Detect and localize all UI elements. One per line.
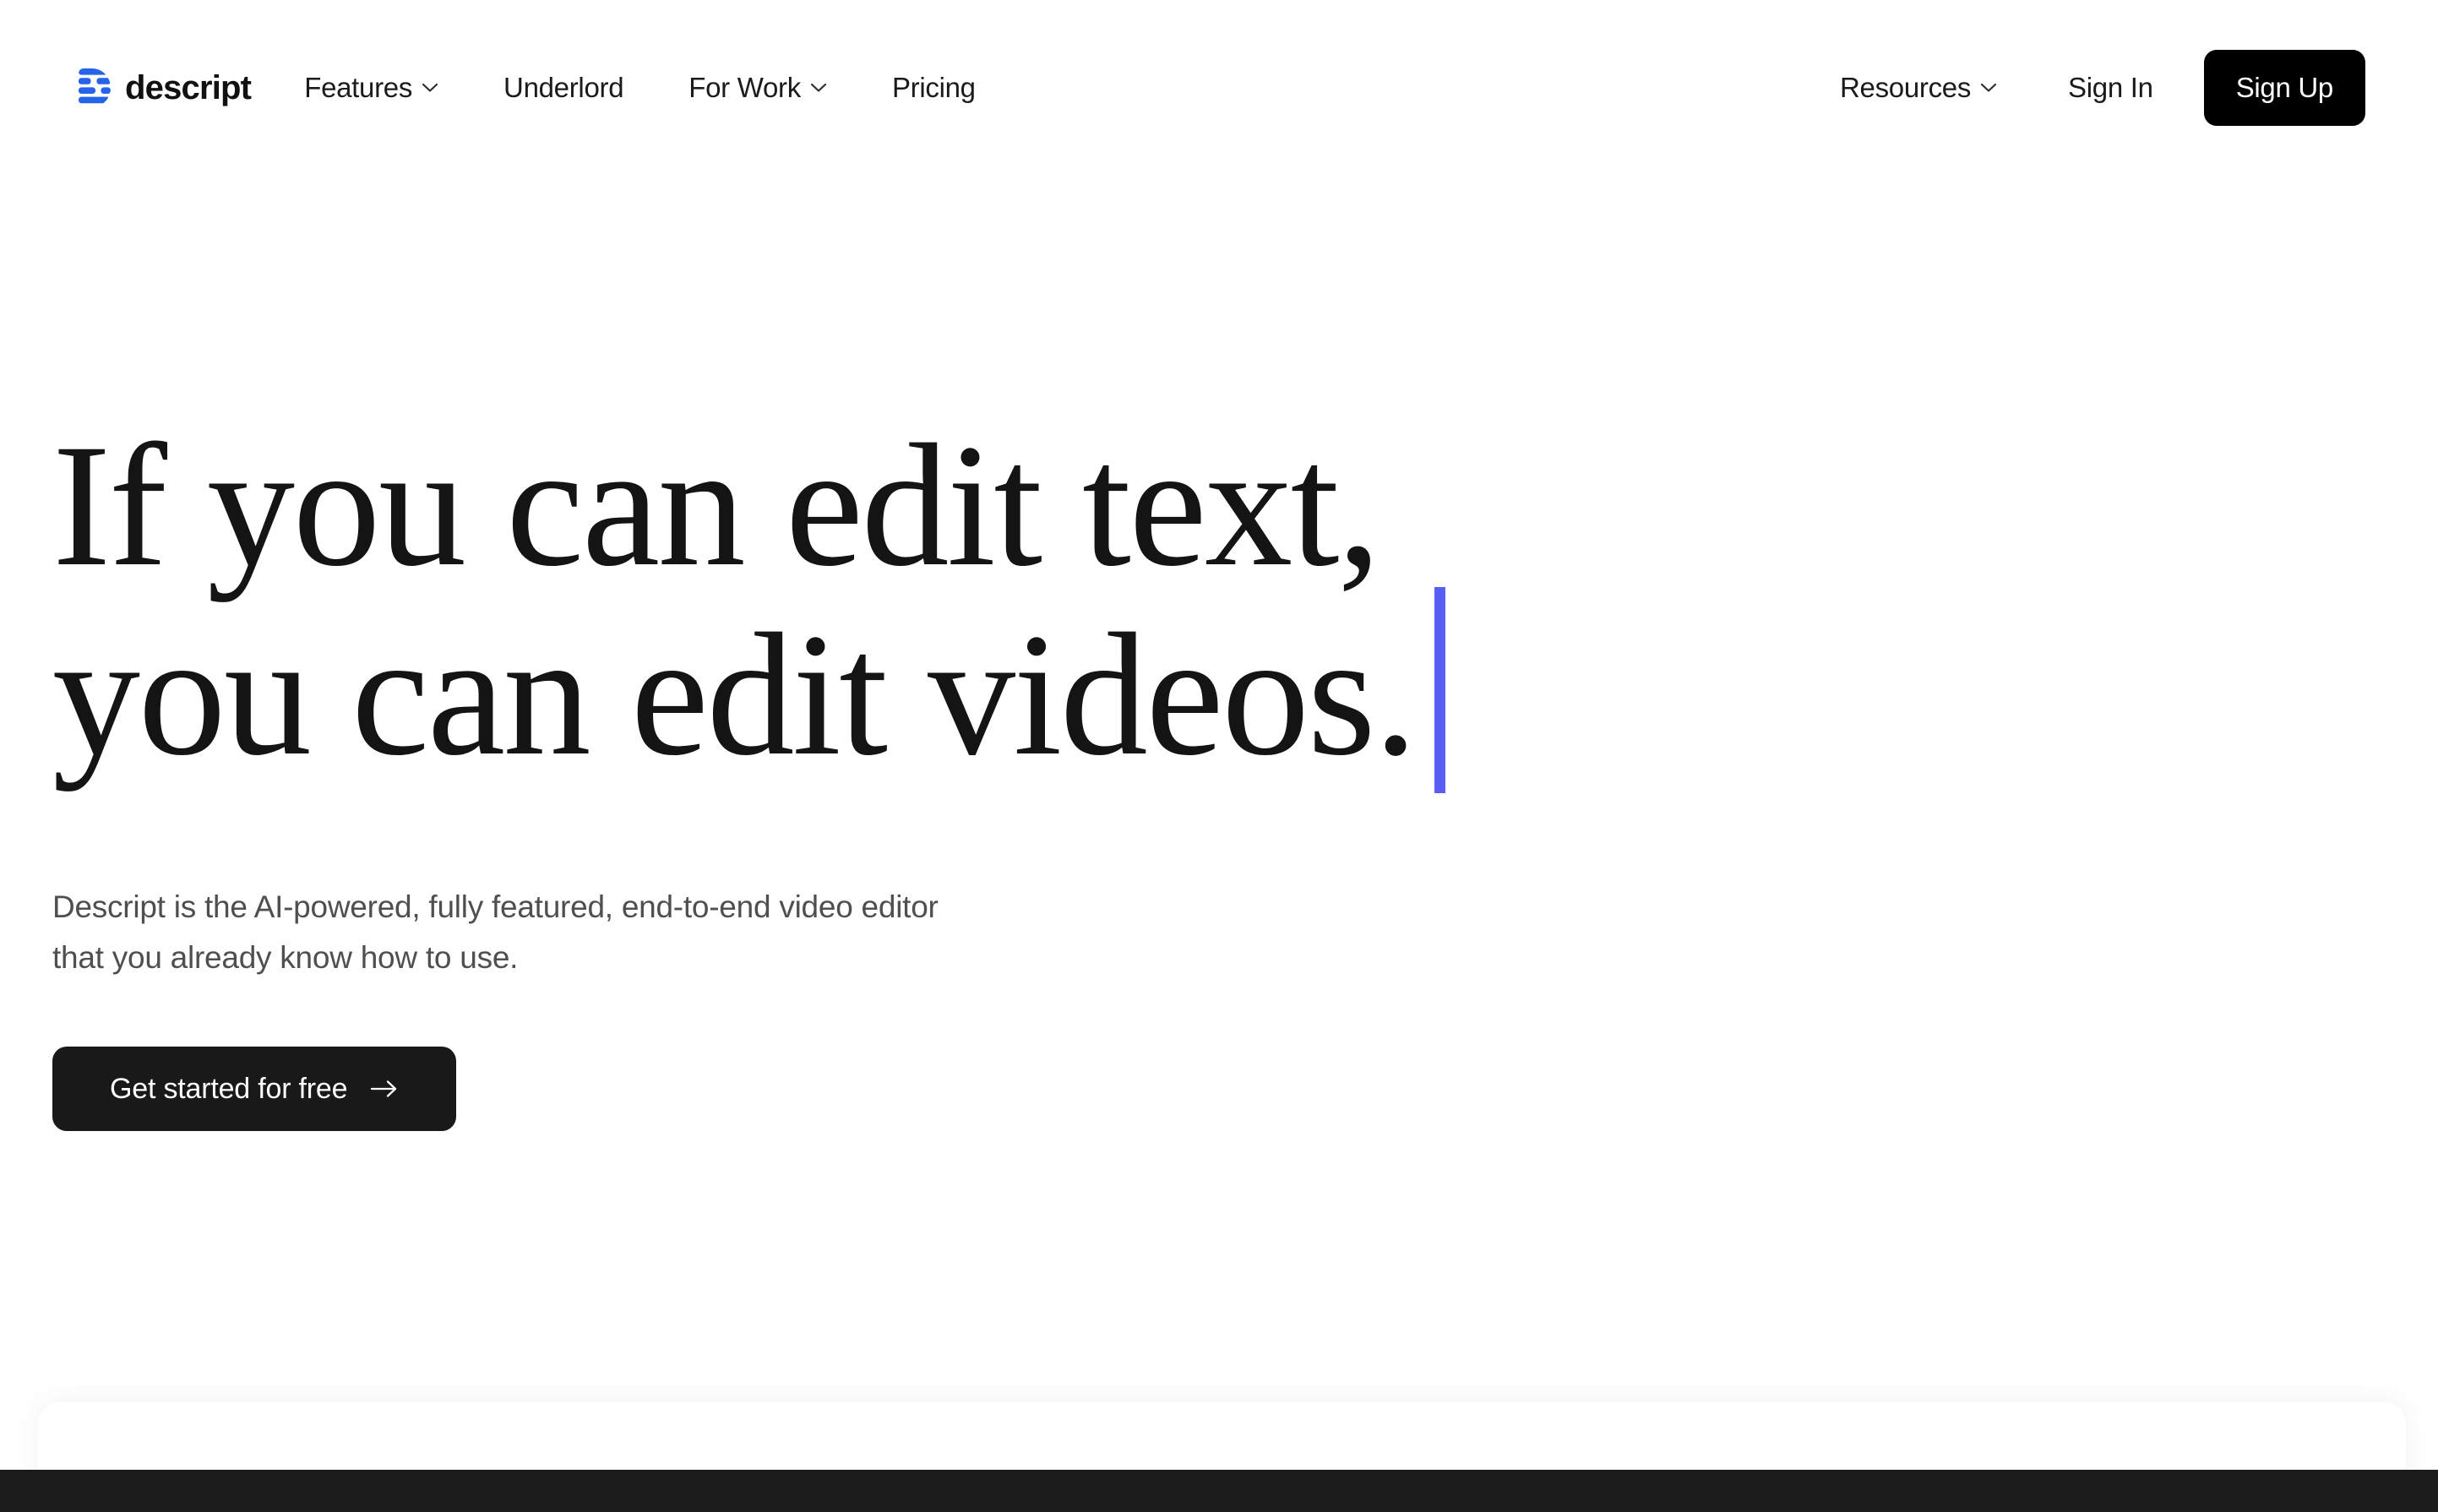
primary-nav-left: descript Features Underlord For Work Pri…	[79, 63, 976, 112]
sign-in-link[interactable]: Sign In	[2068, 72, 2153, 104]
brand-wordmark: descript	[125, 69, 252, 106]
nav-item-label: Underlord	[503, 72, 624, 103]
sign-up-button[interactable]: Sign Up	[2203, 50, 2365, 126]
headline-line-2-wrapper: you can edit videos.	[52, 586, 1657, 798]
descript-waveform-logo-icon	[79, 68, 111, 107]
nav-list-left: Features Underlord For Work Pricing	[304, 63, 976, 112]
headline-line-1: If you can edit text,	[52, 408, 1381, 602]
page-title: If you can edit text, you can edit video…	[52, 408, 1657, 798]
nav-item-label: Resources	[1840, 72, 1972, 103]
nav-item-underlord[interactable]: Underlord	[503, 63, 624, 112]
text-cursor-caret-icon	[1434, 586, 1445, 793]
nav-item-resources[interactable]: Resources	[1840, 63, 1997, 112]
arrow-right-icon	[370, 1079, 399, 1099]
chevron-down-icon	[810, 83, 827, 93]
chevron-down-icon	[1980, 83, 1997, 93]
chevron-down-icon	[422, 83, 438, 93]
nav-item-label: Pricing	[891, 72, 976, 103]
get-started-button-label: Get started for free	[110, 1072, 348, 1105]
brand-logo-link[interactable]: descript	[79, 68, 252, 107]
page-bottom-bar	[0, 1470, 2438, 1512]
nav-item-for-work[interactable]: For Work	[688, 63, 827, 112]
nav-item-label: Features	[304, 72, 413, 103]
hero-subheading-line-2: that you already know how to use.	[52, 939, 519, 975]
nav-item-pricing[interactable]: Pricing	[892, 63, 976, 112]
nav-item-features[interactable]: Features	[304, 63, 438, 112]
hero-subheading-line-1: Descript is the AI-powered, fully featur…	[52, 889, 939, 924]
get-started-button[interactable]: Get started for free	[52, 1047, 457, 1131]
site-header: descript Features Underlord For Work Pri…	[0, 0, 2438, 176]
primary-nav-right: Resources Sign In Sign Up	[1840, 50, 2365, 126]
nav-item-label: For Work	[688, 72, 801, 103]
hero-subheading: Descript is the AI-powered, fully featur…	[52, 882, 939, 983]
headline-line-2: you can edit videos.	[52, 596, 1418, 791]
